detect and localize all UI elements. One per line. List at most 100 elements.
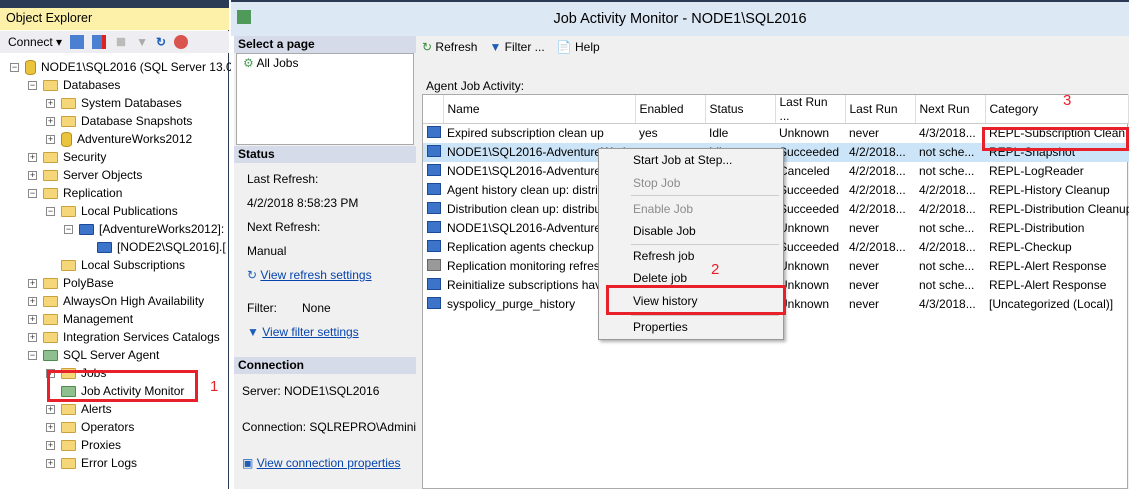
activity-monitor-icon[interactable]	[174, 35, 189, 49]
filter-button[interactable]: ▼ Filter ...	[489, 40, 544, 54]
collapse-icon[interactable]: −	[28, 80, 37, 90]
expand-icon[interactable]: +	[46, 98, 55, 108]
menu-item[interactable]: Start Job at Step...	[633, 153, 732, 167]
disconnect-icon[interactable]	[92, 35, 107, 49]
menu-separator	[631, 315, 779, 316]
cell: not sche...	[919, 221, 975, 235]
tree-node-label: Management	[63, 312, 134, 326]
expand-icon[interactable]: +	[28, 332, 37, 342]
tree-node-label: Database Snapshots	[81, 114, 193, 128]
highlight-box-2	[606, 285, 786, 315]
row-icon-cell	[423, 257, 443, 276]
agent-icon	[43, 349, 58, 361]
tree-node-label: Local Publications	[81, 204, 178, 218]
row-icon-column	[423, 95, 444, 124]
connection-info: Connection: SQLREPRO\Administra	[242, 420, 416, 434]
tree-node[interactable]: + AdventureWorks2012	[46, 130, 192, 148]
stop-icon[interactable]	[116, 37, 126, 47]
tree-node[interactable]: + Proxies	[46, 436, 121, 454]
folder-icon	[43, 331, 58, 343]
tree-node-label: NODE1\SQL2016 (SQL Server 13.0.1	[41, 60, 243, 74]
tree-node[interactable]: − SQL Server Agent	[28, 346, 159, 364]
highlight-box-3	[982, 127, 1129, 151]
menu-item[interactable]: Delete job	[633, 271, 687, 285]
column-header[interactable]: Status	[705, 95, 776, 124]
collapse-icon[interactable]: −	[28, 350, 37, 360]
tree-node[interactable]: − Replication	[28, 184, 122, 202]
job-icon	[427, 201, 441, 214]
menu-item[interactable]: Disable Job	[633, 224, 696, 238]
collapse-icon[interactable]: −	[64, 224, 73, 234]
column-header[interactable]: Enabled	[635, 95, 706, 124]
column-header[interactable]: Last Run ...	[775, 95, 846, 124]
tree-node[interactable]: + PolyBase	[28, 274, 114, 292]
tree-node-label: Security	[63, 150, 107, 164]
help-button[interactable]: 📄 Help	[557, 40, 600, 54]
expand-icon[interactable]: +	[46, 422, 55, 432]
cell: REPL-Distribution	[989, 221, 1085, 235]
tree-node[interactable]: − NODE1\SQL2016 (SQL Server 13.0.1	[10, 58, 243, 76]
expand-icon[interactable]: +	[28, 278, 37, 288]
expand-icon[interactable]: +	[28, 296, 37, 306]
tree-node[interactable]: −Local Subscriptions	[46, 256, 185, 274]
view-connection-properties-link[interactable]: View connection properties	[257, 456, 401, 470]
folder-icon	[61, 439, 76, 451]
refresh-icon: ↻	[422, 40, 433, 54]
status-header: Status	[234, 146, 416, 163]
tree-node[interactable]: −[NODE2\SQL2016].[	[82, 238, 226, 256]
object-explorer-panel: Object Explorer Connect ▾ ▼ ↻ − NODE1\SQL…	[0, 0, 243, 489]
refresh-icon[interactable]: ↻	[156, 35, 166, 49]
window-title: Job Activity Monitor - NODE1\SQL2016	[231, 0, 1129, 36]
expand-icon[interactable]: +	[28, 314, 37, 324]
filter-label: Filter:	[247, 301, 277, 315]
column-header[interactable]: Last Run	[845, 95, 916, 124]
expand-icon[interactable]: +	[46, 404, 55, 414]
menu-item[interactable]: Enable Job	[633, 202, 693, 216]
tree-node[interactable]: + Server Objects	[28, 166, 142, 184]
tree-node[interactable]: + Database Snapshots	[46, 112, 192, 130]
refresh-button[interactable]: ↻ Refresh	[422, 40, 477, 54]
tree-node-label: Server Objects	[63, 168, 143, 182]
cell: 4/2/2018...	[919, 240, 976, 254]
tree-node[interactable]: − Databases	[28, 76, 120, 94]
tree-node-label: AlwaysOn High Availability	[63, 294, 205, 308]
column-header[interactable]: Name	[443, 95, 636, 124]
page-all-jobs[interactable]: ⚙ All Jobs	[237, 54, 413, 72]
filter-value: None	[302, 301, 331, 315]
tree-node[interactable]: + Alerts	[46, 400, 112, 418]
menu-item[interactable]: Refresh job	[633, 249, 694, 263]
cell: never	[849, 221, 880, 235]
folder-icon	[61, 205, 76, 217]
menu-item[interactable]: Stop Job	[633, 176, 680, 190]
expand-icon[interactable]: +	[46, 116, 55, 126]
collapse-icon[interactable]: −	[46, 206, 55, 216]
view-refresh-settings-link[interactable]: View refresh settings	[260, 268, 371, 282]
expand-icon[interactable]: +	[28, 152, 37, 162]
tree-node[interactable]: + Management	[28, 310, 133, 328]
cell: not sche...	[919, 259, 975, 273]
tree-node[interactable]: + System Databases	[46, 94, 182, 112]
cell: REPL-Distribution Cleanup	[989, 202, 1129, 216]
folder-icon	[61, 115, 76, 127]
tree-node[interactable]: − Local Publications	[46, 202, 178, 220]
connect-button[interactable]: Connect ▾	[8, 35, 62, 49]
expand-icon[interactable]: +	[28, 170, 37, 180]
collapse-icon[interactable]: −	[10, 62, 19, 72]
tree-node[interactable]: − [AdventureWorks2012]:	[64, 220, 224, 238]
column-header[interactable]: Category	[985, 95, 1129, 124]
column-header[interactable]: Next Run	[915, 95, 986, 124]
view-filter-settings-link[interactable]: View filter settings	[262, 325, 359, 339]
tree-node[interactable]: + Error Logs	[46, 454, 137, 472]
menu-item[interactable]: Properties	[633, 320, 688, 334]
expand-icon[interactable]: +	[46, 440, 55, 450]
tree-node[interactable]: + Operators	[46, 418, 134, 436]
connect-icon[interactable]	[70, 35, 85, 49]
tree-node[interactable]: + AlwaysOn High Availability	[28, 292, 204, 310]
tree-node[interactable]: + Integration Services Catalogs	[28, 328, 220, 346]
collapse-icon[interactable]: −	[28, 188, 37, 198]
expand-icon[interactable]: +	[46, 458, 55, 468]
tree-node[interactable]: + Security	[28, 148, 106, 166]
cell: 4/2/2018...	[849, 183, 906, 197]
expand-icon[interactable]: +	[46, 134, 55, 144]
filter-icon[interactable]: ▼	[136, 35, 148, 49]
